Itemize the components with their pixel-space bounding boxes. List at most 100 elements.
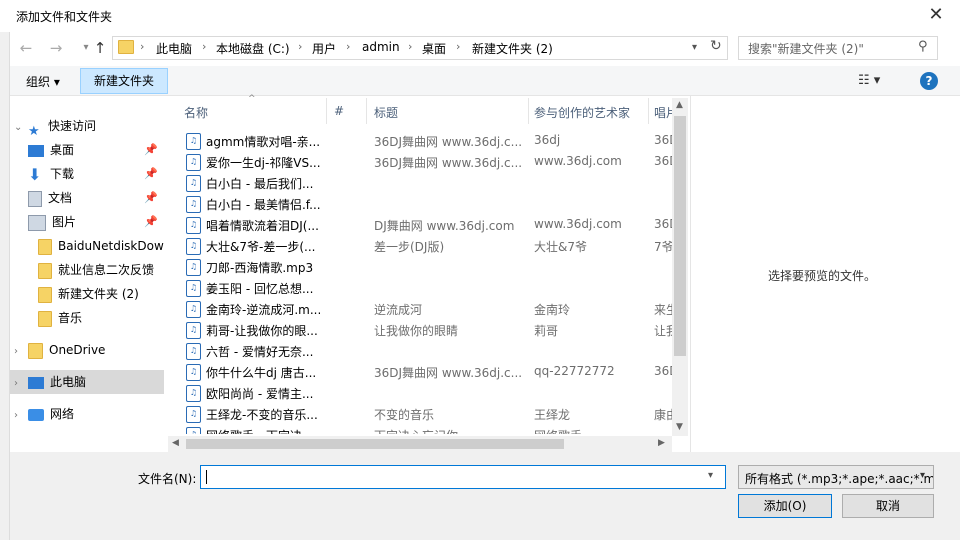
nav-item-pictures[interactable]: 图片 📌	[28, 210, 164, 234]
file-row[interactable]: ♫ 欧阳尚尚 - 爱情主...	[184, 382, 674, 403]
cancel-button[interactable]: 取消	[842, 494, 934, 518]
preview-message: 选择要预览的文件。	[768, 269, 877, 283]
file-row[interactable]: ♫ 你牛什么牛dj 唐古... 36DJ舞曲网 www.36dj.c... qq-22…	[184, 361, 674, 382]
pin-icon: 📌	[144, 191, 158, 204]
file-name: 金南玲-逆流成河.m...	[206, 303, 320, 317]
file-artist: 金南玲	[534, 303, 571, 317]
breadcrumb-users[interactable]: 用户	[312, 40, 336, 57]
file-title: DJ舞曲网 www.36dj.com	[374, 219, 515, 233]
file-row[interactable]: ♫ 网络歌手 - 下定决... 下定决心忘记你网络歌手	[184, 424, 674, 434]
file-artist: 大壮&7爷	[534, 240, 587, 254]
file-row[interactable]: ♫ 唱着情歌流着泪DJ(... DJ舞曲网 www.36dj.com www.36dj…	[184, 214, 674, 235]
music-file-icon: ♫	[186, 175, 201, 192]
nav-quick-access[interactable]: ⌄ ★ 快速访问	[14, 114, 164, 140]
file-artist: www.36dj.com	[534, 154, 622, 168]
file-row[interactable]: ♫ 六哲 - 爱情好无奈...	[184, 340, 674, 361]
expand-chevron-icon[interactable]: ›	[14, 372, 28, 396]
column-header-name[interactable]: 名称	[184, 104, 208, 121]
organize-menu[interactable]: 组织 ▾	[26, 73, 60, 90]
file-row[interactable]: ♫ 刀郎-西海情歌.mp3	[184, 256, 674, 277]
file-row[interactable]: ♫ 大壮&7爷-差一步(... 差一步(DJ版) 大壮&7爷 7爷	[184, 235, 674, 256]
file-row[interactable]: ♫ 莉哥-让我做你的眼... 让我做你的眼睛 莉哥 让我	[184, 319, 674, 340]
scroll-down-icon[interactable]: ▼	[676, 422, 683, 432]
address-dropdown-icon[interactable]: ▾	[692, 42, 697, 53]
nav-label: 音乐	[58, 311, 83, 325]
sort-ascending-icon: ^	[248, 94, 256, 104]
expand-chevron-icon[interactable]: ›	[14, 340, 28, 364]
onedrive-folder-icon	[28, 342, 43, 359]
column-divider[interactable]	[528, 98, 529, 124]
nav-item-baidunetdisk[interactable]: BaiduNetdiskDow	[38, 234, 164, 258]
scroll-right-icon[interactable]: ▶	[658, 438, 665, 448]
file-name: agmm情歌对唱-亲...	[206, 135, 320, 149]
view-options-icon[interactable]: ☷ ▾	[858, 73, 880, 88]
expand-chevron-icon[interactable]: ⌄	[14, 116, 28, 140]
nav-item-downloads[interactable]: ⬇ 下载 📌	[28, 162, 164, 186]
nav-item-new-folder-2[interactable]: 新建文件夹 (2)	[38, 282, 164, 306]
nav-label: 新建文件夹 (2)	[58, 287, 139, 301]
breadcrumb-admin[interactable]: admin	[362, 40, 400, 54]
folder-icon	[38, 286, 52, 303]
file-row[interactable]: ♫ 白小白 - 最后我们...	[184, 172, 674, 193]
breadcrumb-new-folder-2[interactable]: 新建文件夹 (2)	[472, 40, 553, 57]
filename-input[interactable]	[200, 465, 726, 489]
breadcrumb-this-pc[interactable]: 此电脑	[156, 40, 192, 57]
filename-label: 文件名(N):	[138, 472, 197, 486]
column-divider[interactable]	[366, 98, 367, 124]
music-file-icon: ♫	[186, 385, 201, 402]
music-file-icon: ♫	[186, 280, 201, 297]
breadcrumb-desktop[interactable]: 桌面	[422, 40, 446, 57]
desktop-icon	[28, 144, 44, 157]
file-row[interactable]: ♫ 姜玉阳 - 回忆总想...	[184, 277, 674, 298]
background-app-strip	[0, 32, 10, 540]
up-arrow-icon[interactable]: ↑	[88, 38, 112, 58]
file-title: 差一步(DJ版)	[374, 240, 445, 254]
column-header-album[interactable]: 唱片	[654, 104, 672, 121]
expand-chevron-icon[interactable]: ›	[14, 404, 28, 428]
file-artist: 王绎龙	[534, 408, 571, 422]
file-row[interactable]: ♫ agmm情歌对唱-亲... 36DJ舞曲网 www.36dj.c... 36dj 3…	[184, 130, 674, 151]
forward-arrow-icon[interactable]: →	[44, 38, 68, 58]
file-row[interactable]: ♫ 金南玲-逆流成河.m... 逆流成河 金南玲 来生	[184, 298, 674, 319]
scroll-up-icon[interactable]: ▲	[676, 100, 683, 110]
nav-item-desktop[interactable]: 桌面 📌	[28, 138, 164, 162]
help-icon[interactable]: ?	[920, 72, 938, 90]
column-header-artist[interactable]: 参与创作的艺术家	[534, 104, 630, 121]
filter-dropdown-icon[interactable]: ▾	[920, 470, 925, 481]
folder-icon	[38, 238, 52, 255]
folder-icon	[118, 40, 134, 54]
file-row[interactable]: ♫ 白小白 - 最美情侣.f...	[184, 193, 674, 214]
close-icon[interactable]: ✕	[920, 4, 952, 28]
refresh-icon[interactable]: ↻	[710, 38, 722, 54]
file-type-filter[interactable]: 所有格式 (*.mp3;*.ape;*.aac;*.m	[738, 465, 934, 489]
nav-network[interactable]: › 网络	[14, 402, 164, 426]
network-icon	[28, 408, 44, 421]
file-name: 白小白 - 最美情侣.f...	[206, 198, 320, 212]
back-arrow-icon[interactable]: ←	[14, 38, 38, 58]
file-album: 让我	[654, 324, 674, 338]
horizontal-scroll-thumb[interactable]	[186, 439, 564, 449]
nav-item-documents[interactable]: 文档 📌	[28, 186, 164, 210]
column-divider[interactable]	[326, 98, 327, 124]
nav-label: 网络	[50, 407, 75, 421]
vertical-scroll-thumb[interactable]	[674, 116, 686, 356]
nav-item-employment-feedback[interactable]: 就业信息二次反馈	[38, 258, 164, 282]
filename-dropdown-icon[interactable]: ▾	[708, 470, 713, 481]
file-album: 36D	[654, 364, 674, 378]
nav-label: 快速访问	[48, 119, 97, 133]
scroll-left-icon[interactable]: ◀	[172, 438, 179, 448]
pin-icon: 📌	[144, 143, 158, 156]
search-icon[interactable]: ⚲	[918, 39, 928, 54]
nav-this-pc[interactable]: › 此电脑	[14, 370, 164, 394]
column-divider[interactable]	[648, 98, 649, 124]
file-row[interactable]: ♫ 王绎龙-不变的音乐... 不变的音乐 王绎龙 康由	[184, 403, 674, 424]
file-title: 让我做你的眼睛	[374, 324, 459, 338]
column-header-title[interactable]: 标题	[374, 104, 398, 121]
add-button[interactable]: 添加(O)	[738, 494, 832, 518]
file-row[interactable]: ♫ 爱你一生dj-祁隆VS... 36DJ舞曲网 www.36dj.c... www.…	[184, 151, 674, 172]
nav-item-music[interactable]: 音乐	[38, 306, 164, 330]
column-header-number[interactable]: #	[334, 104, 344, 118]
new-folder-button[interactable]: 新建文件夹	[80, 68, 168, 94]
breadcrumb-local-disk[interactable]: 本地磁盘 (C:)	[216, 40, 290, 57]
nav-onedrive[interactable]: › OneDrive	[14, 338, 164, 362]
